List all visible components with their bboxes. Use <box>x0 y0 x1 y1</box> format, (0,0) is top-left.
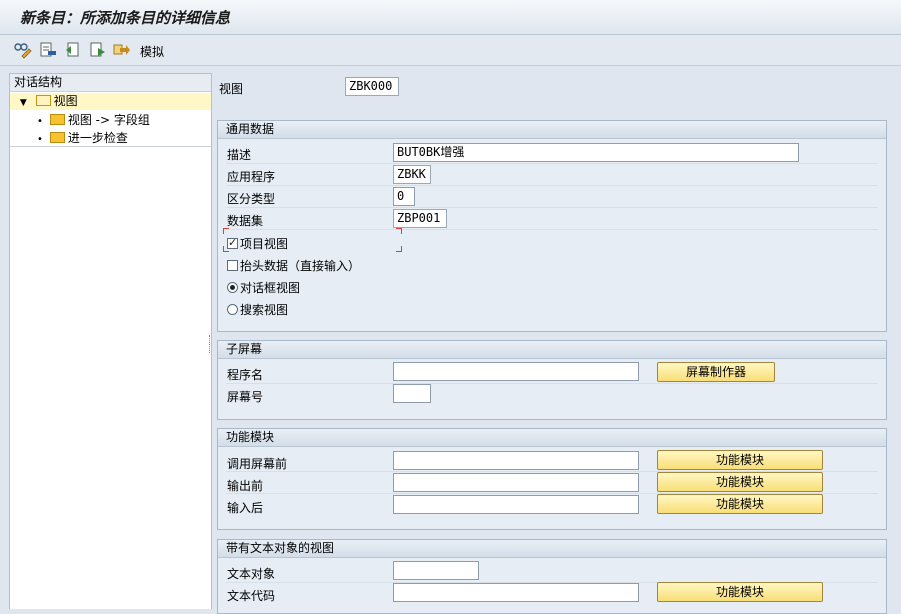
tree-item-label: 进一步检查 <box>67 131 128 145</box>
view-label: 视图 <box>219 82 244 96</box>
program-name-label: 程序名 <box>227 368 264 382</box>
function-module-button-2[interactable]: 功能模块 <box>657 472 823 492</box>
checkbox-checked-icon <box>227 236 238 249</box>
text-code-label: 文本代码 <box>227 589 276 603</box>
navigate-icon[interactable] <box>112 41 130 59</box>
dataset-field[interactable]: ZBP001 <box>393 209 447 228</box>
row-separator <box>226 165 878 186</box>
folder-icon <box>49 114 65 125</box>
delete-icon[interactable] <box>39 41 57 59</box>
checkbox-icon <box>227 260 238 271</box>
screen-number-field[interactable] <box>393 384 431 403</box>
bullet-icon: • <box>37 116 43 127</box>
display-change-icon[interactable] <box>14 41 32 59</box>
screen-painter-button[interactable]: 屏幕制作器 <box>657 362 775 382</box>
group-header-subscreen: 子屏幕 <box>218 341 886 359</box>
application-toolbar: 模拟 <box>0 35 901 66</box>
row-separator <box>226 562 878 583</box>
function-module-button-1[interactable]: 功能模块 <box>657 450 823 470</box>
diff-type-label: 区分类型 <box>227 192 276 206</box>
text-object-field[interactable] <box>393 561 479 580</box>
header-data-checkbox[interactable]: 抬头数据（直接输入） <box>227 257 360 274</box>
after-input-field[interactable] <box>393 495 639 514</box>
open-folder-icon <box>35 95 51 106</box>
function-module-button-4[interactable]: 功能模块 <box>657 582 823 602</box>
description-field[interactable]: BUT0BK增强 <box>393 143 799 162</box>
folder-icon <box>49 132 65 143</box>
title-bar: 新条目：所添加条目的详细信息 <box>0 0 901 35</box>
tree-item-further-checks[interactable]: • 进一步检查 <box>34 130 128 147</box>
before-call-label: 调用屏幕前 <box>227 457 288 471</box>
view-field[interactable]: ZBK000 <box>345 77 399 96</box>
item-view-checkbox[interactable]: 项目视图 <box>227 235 288 252</box>
before-output-label: 输出前 <box>227 479 264 493</box>
checkbox-label: 抬头数据（直接输入） <box>240 259 361 273</box>
text-object-label: 文本对象 <box>227 567 276 581</box>
checkbox-label: 项目视图 <box>240 237 289 251</box>
before-call-field[interactable] <box>393 451 639 470</box>
expand-triangle-icon[interactable]: ▼ <box>20 95 32 112</box>
radio-label: 搜索视图 <box>240 303 289 317</box>
radio-label: 对话框视图 <box>240 281 301 295</box>
tree-divider <box>10 146 211 147</box>
tree-item-label: 视图 <box>53 94 78 108</box>
radio-selected-icon <box>227 282 238 293</box>
row-separator <box>226 187 878 208</box>
dataset-label: 数据集 <box>227 214 264 228</box>
text-objects-group: 带有文本对象的视图 <box>217 539 887 614</box>
application-field[interactable]: ZBKK <box>393 165 431 184</box>
tree-item-view-fieldgroup[interactable]: • 视图 -> 字段组 <box>34 112 150 129</box>
export-icon[interactable] <box>89 41 107 59</box>
group-header-function-modules: 功能模块 <box>218 429 886 447</box>
copy-icon[interactable] <box>64 41 82 59</box>
window-title: 新条目：所添加条目的详细信息 <box>20 9 231 27</box>
tree-item-label: 视图 -> 字段组 <box>67 113 150 127</box>
pane-splitter-handle[interactable] <box>209 335 213 353</box>
screen-number-label: 屏幕号 <box>227 390 264 404</box>
dialog-structure-pane: 对话结构 ▼ 视图 • 视图 -> 字段组 • 进一步检查 <box>9 73 212 609</box>
program-name-field[interactable] <box>393 362 639 381</box>
radio-icon <box>227 304 238 315</box>
dialog-view-radio[interactable]: 对话框视图 <box>227 279 300 296</box>
description-label: 描述 <box>227 148 252 162</box>
application-label: 应用程序 <box>227 170 276 184</box>
text-code-field[interactable] <box>393 583 639 602</box>
before-output-field[interactable] <box>393 473 639 492</box>
tree-header: 对话结构 <box>10 74 211 92</box>
group-header-general: 通用数据 <box>218 121 886 139</box>
diff-type-field[interactable]: 0 <box>393 187 415 206</box>
tree-item-view[interactable]: ▼ 视图 <box>10 93 211 110</box>
search-view-radio[interactable]: 搜索视图 <box>227 301 288 318</box>
after-input-label: 输入后 <box>227 501 264 515</box>
simulate-button[interactable]: 模拟 <box>140 43 164 60</box>
group-header-text-objects: 带有文本对象的视图 <box>218 540 886 558</box>
function-module-button-3[interactable]: 功能模块 <box>657 494 823 514</box>
row-separator <box>226 209 878 230</box>
